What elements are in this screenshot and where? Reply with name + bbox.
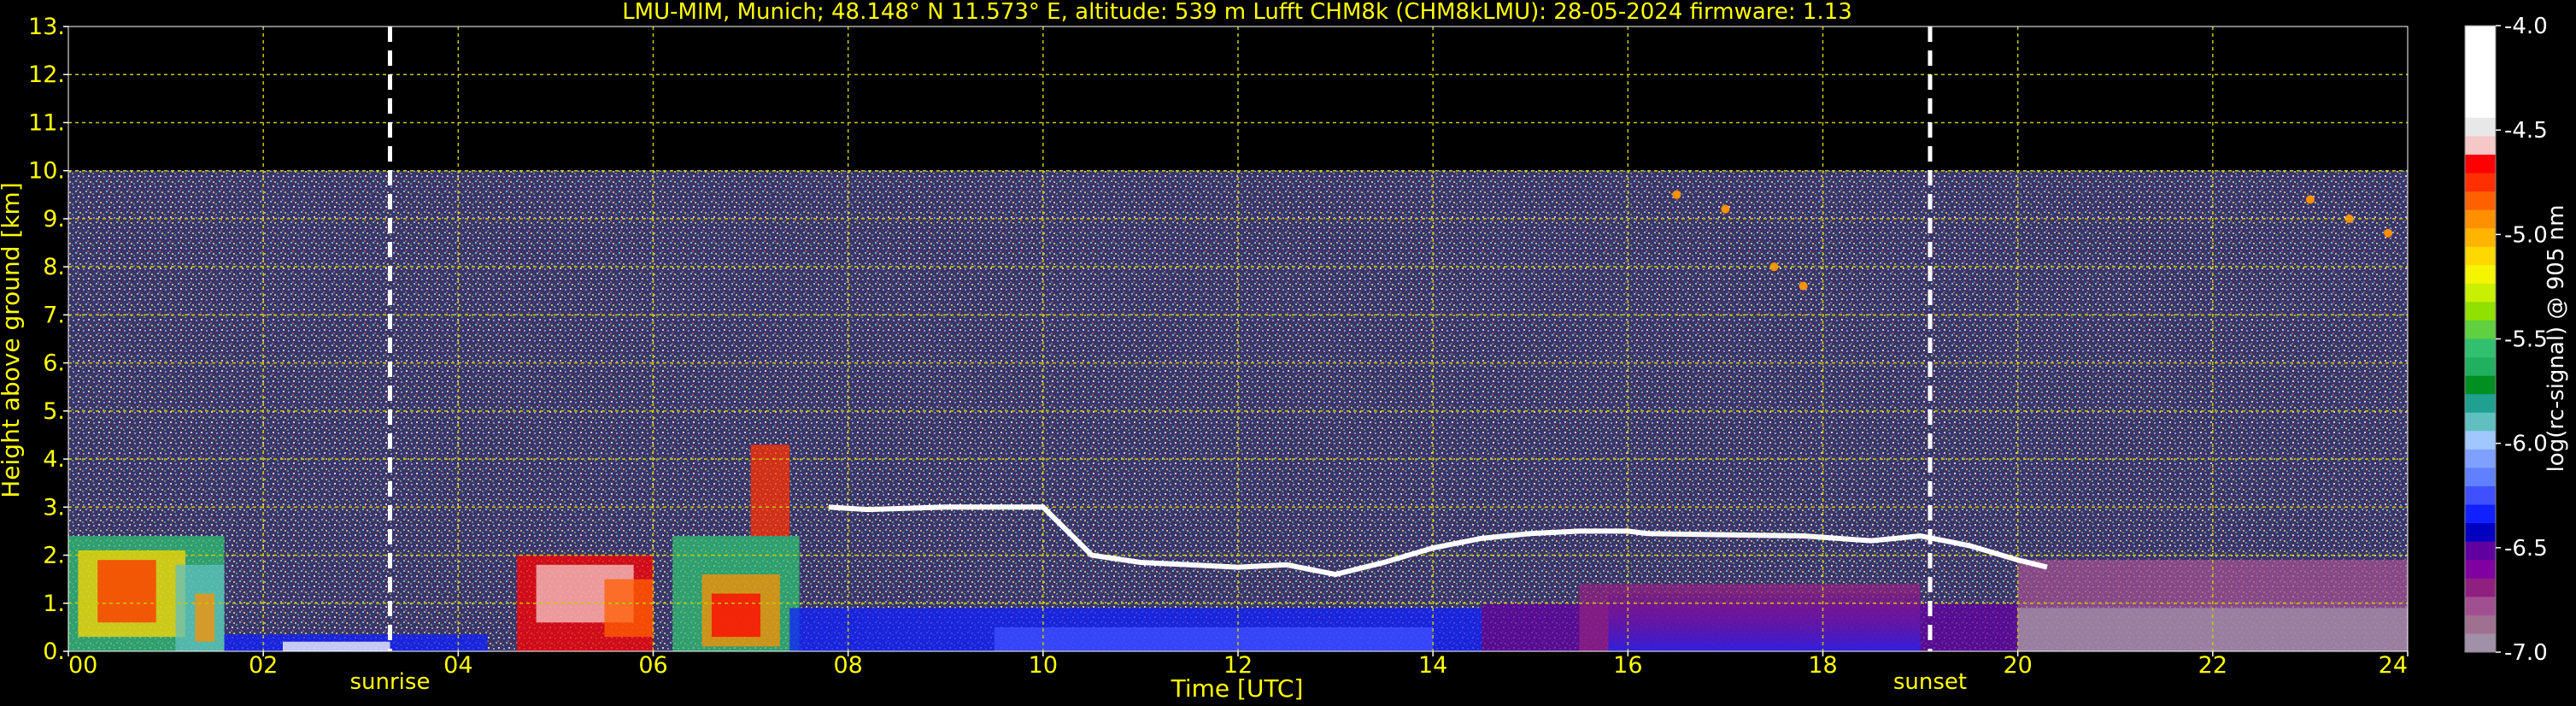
y-tick-label: 5.	[43, 398, 65, 425]
y-tick-label: 8.	[43, 254, 65, 280]
colorbar-tick-label: -6.0	[2504, 432, 2548, 457]
colorbar-cell	[2465, 265, 2496, 285]
y-tick-label: 2.	[43, 543, 65, 569]
colorbar-tick-label: -5.0	[2504, 222, 2548, 248]
colorbar-cell	[2465, 597, 2496, 616]
colorbar-tick-label: -5.5	[2504, 327, 2548, 353]
colorbar-cell	[2465, 523, 2496, 543]
colorbar-cell	[2465, 578, 2496, 597]
aerosol-region	[97, 560, 156, 623]
colorbar-cell	[2465, 228, 2496, 248]
x-tick-label: 22	[2198, 652, 2227, 679]
colorbar: -4.0 -4.5 -5.0 -5.5 -6.0 -6.5 -7.0 log(rc-sign…	[2464, 14, 2569, 666]
y-tick-label: 6.	[43, 350, 65, 377]
cirrus-patch	[2305, 195, 2315, 204]
x-tick-label: 10	[1029, 652, 1058, 679]
x-tick-label: 18	[1808, 652, 1837, 679]
colorbar-cell	[2465, 302, 2496, 321]
colorbar-ticks: -4.0 -4.5 -5.0 -5.5 -6.0 -6.5 -7.0	[2496, 14, 2548, 666]
aerosol-region	[195, 593, 215, 642]
y-tick-label: 11.	[28, 109, 65, 136]
colorbar-cell	[2465, 44, 2496, 63]
colorbar-cell	[2465, 154, 2496, 174]
y-tick-label: 1.	[43, 591, 65, 617]
colorbar-cell	[2465, 560, 2496, 580]
cirrus-patch	[1672, 190, 1681, 199]
x-tick-label: 20	[2003, 652, 2032, 679]
x-tick-label: 16	[1613, 652, 1642, 679]
marker-label-sunset: sunset	[1893, 669, 1967, 695]
colorbar-tick-label: -7.0	[2504, 640, 2548, 666]
colorbar-tick-label: -4.5	[2504, 118, 2548, 144]
boundary-layer	[1608, 593, 1921, 651]
plot-area: sunrise sunset	[67, 26, 2409, 695]
colorbar-cell	[2465, 191, 2496, 211]
aerosol-region	[711, 593, 760, 638]
colorbar-cell	[2465, 136, 2496, 156]
colorbar-cell	[2465, 468, 2496, 487]
y-tick-label: 7.	[43, 302, 65, 328]
cirrus-patch	[1721, 204, 1730, 214]
colorbar-cell	[2465, 80, 2496, 100]
aerosol-region	[994, 627, 1434, 651]
colorbar-cell	[2465, 633, 2496, 653]
y-axis-ticks: 0. 1. 2. 3. 4. 5. 6. 7. 8. 9. 10. 11. 12. 13.	[28, 14, 68, 665]
colorbar-cell	[2465, 431, 2496, 450]
y-tick-label: 12.	[28, 62, 65, 88]
x-tick-label: 00	[68, 652, 97, 679]
colorbar-label: log(rc-signal) @ 905 nm	[2544, 205, 2569, 473]
colorbar-cell	[2465, 615, 2496, 634]
x-tick-label: 06	[638, 652, 667, 679]
x-tick-label: 08	[833, 652, 862, 679]
colorbar-cell	[2465, 357, 2496, 377]
colorbar-cell	[2465, 173, 2496, 192]
colorbar-tick-label: -6.5	[2504, 536, 2548, 562]
cirrus-patch	[2384, 228, 2393, 238]
colorbar-scale	[2465, 26, 2496, 653]
x-tick-label: 14	[1418, 652, 1447, 679]
colorbar-cell	[2465, 541, 2496, 561]
y-tick-label: 9.	[43, 206, 65, 232]
y-tick-label: 10.	[28, 158, 65, 185]
colorbar-tick-label: -4.0	[2504, 14, 2548, 39]
colorbar-cell	[2465, 283, 2496, 303]
y-tick-label: 0.	[43, 638, 65, 665]
x-tick-label: 02	[249, 652, 278, 679]
aerosol-region	[750, 444, 790, 537]
colorbar-cell	[2465, 117, 2496, 137]
colorbar-cell	[2465, 394, 2496, 414]
x-axis-label: Time [UTC]	[1171, 674, 1304, 703]
colorbar-cell	[2465, 375, 2496, 395]
colorbar-cell	[2465, 485, 2496, 506]
x-tick-label: 24	[2379, 652, 2408, 679]
cirrus-patch	[1799, 281, 1808, 291]
x-tick-label: 04	[443, 652, 472, 679]
aerosol-region	[282, 641, 390, 651]
aerosol-region	[604, 579, 654, 638]
y-tick-label: 4.	[43, 446, 65, 473]
chart-title: LMU-MIM, Munich; 48.148° N 11.573° E, al…	[622, 0, 1852, 25]
colorbar-cell	[2465, 504, 2496, 524]
y-tick-label: 3.	[43, 494, 65, 521]
colorbar-cell	[2465, 209, 2496, 229]
ceilometer-chart: sunrise sunset 00 02 04 06 08 10 12 14 16 18 20 22 24…	[0, 0, 2569, 703]
colorbar-cell	[2465, 449, 2496, 468]
colorbar-cell	[2465, 26, 2496, 45]
colorbar-cell	[2465, 62, 2496, 82]
colorbar-cell	[2465, 412, 2496, 432]
colorbar-cell	[2465, 99, 2496, 119]
colorbar-cell	[2465, 338, 2496, 358]
colorbar-cell	[2465, 320, 2496, 339]
y-axis-label: Height above ground [km]	[0, 182, 25, 498]
y-tick-label: 13.	[28, 14, 65, 40]
marker-label-sunrise: sunrise	[349, 669, 430, 695]
colorbar-cell	[2465, 246, 2496, 266]
